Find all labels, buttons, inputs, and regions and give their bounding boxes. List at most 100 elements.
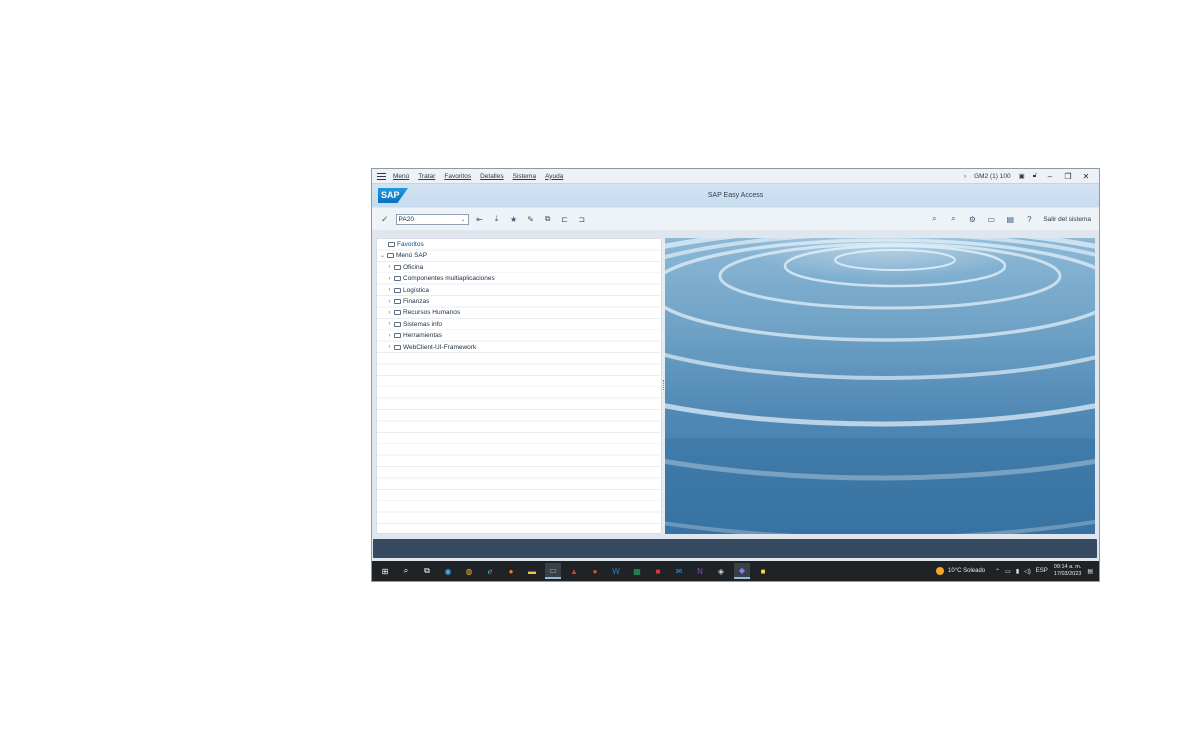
folder-icon <box>394 321 401 327</box>
command-field[interactable]: PA20 ⌄ <box>395 213 469 225</box>
title-bar: SAP SAP Easy Access <box>372 184 1099 207</box>
screen-options-icon[interactable]: ▣ <box>1019 172 1025 180</box>
chevron-right-icon[interactable]: › <box>964 173 966 180</box>
star-icon[interactable]: ★ <box>508 213 520 225</box>
powerpoint-icon[interactable]: ● <box>587 564 603 578</box>
outlook-icon[interactable]: ✉ <box>671 564 687 578</box>
excel-icon[interactable]: ▦ <box>629 564 645 578</box>
collapse-icon[interactable]: ⊐ <box>576 213 588 225</box>
sticky-notes-icon[interactable]: ■ <box>755 564 771 578</box>
tree-item[interactable]: › Logística <box>386 285 430 296</box>
windows-taskbar: ⊞ ⌕ ⧉ ◉ ◍ ℯ ● ▬ ▭ ▲ ● W ▦ ■ ✉ N ◈ ◆ ■ 10… <box>372 561 1099 581</box>
volume-icon[interactable]: ◁) <box>1024 568 1031 575</box>
acrobat-icon[interactable]: ▲ <box>566 564 582 578</box>
weather-sun-icon[interactable] <box>936 567 945 575</box>
teams-icon[interactable]: ◆ <box>734 563 750 579</box>
tree-item-label: Finanzas <box>403 298 430 305</box>
chevron-down-icon[interactable]: ⌄ <box>379 252 386 259</box>
tree-item[interactable]: › WebClient-UI-Framework <box>386 342 477 353</box>
add-to-favorites-icon[interactable]: ⤓ <box>491 213 503 225</box>
chrome-icon[interactable]: ◍ <box>461 564 477 578</box>
menu-tree: Favoritos ⌄ Menú SAP › Oficina › Compone… <box>376 238 662 534</box>
tree-item[interactable]: › Recursos Humanos <box>386 307 461 318</box>
folder-icon <box>394 264 401 270</box>
tree-item[interactable]: › Sistemas info <box>386 319 443 330</box>
search-next-icon[interactable]: ⌕ <box>947 213 959 225</box>
clock-date: 17/03/2023 <box>1053 571 1082 577</box>
menu-item-tratar[interactable]: Tratar <box>418 173 435 180</box>
create-session-icon[interactable]: ▭ <box>985 213 997 225</box>
chevron-up-icon[interactable]: ⌃ <box>995 568 1000 575</box>
menu-item-menu[interactable]: Menú <box>393 173 409 180</box>
tree-item[interactable]: › Finanzas <box>386 296 430 307</box>
status-bar <box>373 539 1097 558</box>
onenote-icon[interactable]: N <box>692 564 708 578</box>
tree-item[interactable]: › Oficina <box>386 262 424 273</box>
network-icon[interactable]: ▮ <box>1016 568 1019 575</box>
logoff-button[interactable]: Salir del sistema <box>1043 216 1091 223</box>
edit-favorite-icon[interactable]: ✎ <box>525 213 537 225</box>
close-button[interactable]: ✕ <box>1081 172 1091 181</box>
word-icon[interactable]: W <box>608 564 624 578</box>
menu-item-ayuda[interactable]: Ayuda <box>545 173 563 180</box>
restore-button[interactable]: ❐ <box>1063 172 1073 181</box>
internet-explorer-icon[interactable]: ℯ <box>482 564 498 578</box>
edge-icon[interactable]: ◉ <box>440 564 456 578</box>
folder-icon <box>394 344 401 350</box>
chevron-right-icon[interactable]: › <box>386 276 393 282</box>
move-favorite-icon[interactable]: ⧉ <box>542 213 554 225</box>
chevron-right-icon[interactable]: › <box>386 310 393 316</box>
chevron-right-icon[interactable]: › <box>386 264 393 270</box>
chevron-down-icon[interactable]: ⌄ <box>461 215 466 225</box>
lock-icon[interactable]: 🔓︎ <box>1033 172 1037 180</box>
command-field-value[interactable]: PA20 <box>399 216 414 223</box>
app-icon[interactable]: ◈ <box>713 564 729 578</box>
weather-text[interactable]: 10°C Soleado <box>948 568 985 574</box>
menu-item-favoritos[interactable]: Favoritos <box>444 173 471 180</box>
windows-start-icon[interactable]: ⊞ <box>377 564 393 578</box>
clock[interactable]: 09:14 a. m. 17/03/2023 <box>1054 564 1082 578</box>
expand-icon[interactable]: ⊏ <box>559 213 571 225</box>
tree-item-root[interactable]: ⌄ Menú SAP <box>379 250 427 261</box>
search-icon[interactable]: ⌕ <box>928 213 940 225</box>
tree-item[interactable]: › Herramientas <box>386 330 443 341</box>
search-icon[interactable]: ⌕ <box>398 564 414 578</box>
language-indicator[interactable]: ESP <box>1036 568 1048 574</box>
enter-check-icon[interactable]: ✓ <box>381 214 389 225</box>
battery-icon[interactable]: ▭ <box>1005 568 1011 575</box>
help-icon[interactable]: ? <box>1023 213 1035 225</box>
tree-item-label: Sistemas info <box>403 320 443 328</box>
chevron-right-icon[interactable]: › <box>386 287 393 293</box>
page-title: SAP Easy Access <box>707 192 764 199</box>
tree-item-label: Componentes multiaplicaciones <box>403 275 495 283</box>
sap-logon-icon[interactable]: ▭ <box>545 563 561 579</box>
tree-item-label: WebClient-UI-Framework <box>403 343 477 351</box>
hamburger-menu-icon[interactable] <box>377 172 386 180</box>
firefox-icon[interactable]: ● <box>503 564 519 578</box>
folder-icon <box>394 276 401 282</box>
chevron-right-icon[interactable]: › <box>386 299 393 305</box>
tree-item-label: Menú SAP <box>396 252 428 260</box>
task-view-icon[interactable]: ⧉ <box>419 564 435 578</box>
file-explorer-icon[interactable]: ▬ <box>524 564 540 578</box>
notifications-icon[interactable]: ▤ <box>1087 568 1093 575</box>
tree-item[interactable]: › Componentes multiaplicaciones <box>386 273 495 284</box>
menu-item-sistema[interactable]: Sistema <box>513 173 536 180</box>
system-tray: 10°C Soleado ⌃ ▭ ▮ ◁) ESP 09:14 a. m. 17… <box>936 564 1099 578</box>
folder-icon <box>394 287 401 293</box>
pdf-app-icon[interactable]: ■ <box>650 564 666 578</box>
toolbar: ✓ PA20 ⌄ ⇤ ⤓ ★ ✎ ⧉ ⊏ ⊐ ⌕ ⌕ ⚙ ▭ ▤ ? Salir… <box>372 208 1099 231</box>
tree-item-favorites[interactable]: Favoritos <box>387 239 424 250</box>
chevron-right-icon[interactable]: › <box>386 333 393 339</box>
layout-icon[interactable]: ▤ <box>1004 213 1016 225</box>
chevron-right-icon[interactable]: › <box>386 321 393 327</box>
tree-item-label: Recursos Humanos <box>403 309 461 317</box>
sap-window: Menú Tratar Favoritos Detalles Sistema A… <box>371 168 1100 582</box>
other-menu-icon[interactable]: ⇤ <box>474 213 486 225</box>
folder-icon <box>394 333 401 339</box>
minimize-button[interactable]: – <box>1045 172 1055 181</box>
settings-icon[interactable]: ⚙ <box>966 213 978 225</box>
tree-item-label: Logística <box>403 286 430 294</box>
chevron-right-icon[interactable]: › <box>386 344 393 350</box>
menu-item-detalles[interactable]: Detalles <box>480 173 503 180</box>
